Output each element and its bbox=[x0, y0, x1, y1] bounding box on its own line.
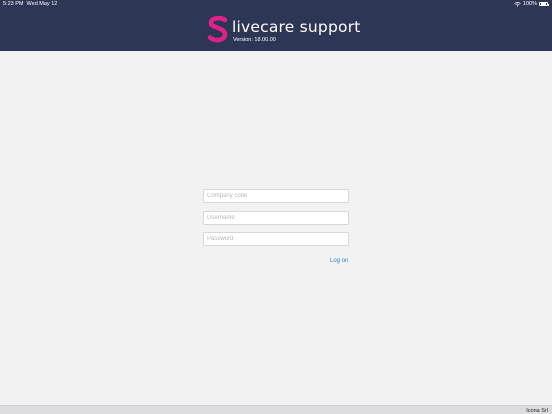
password-field[interactable] bbox=[203, 232, 349, 246]
footer-company: Icona Srl bbox=[526, 407, 548, 414]
status-time-date: 5:23 PM Wed May 12 bbox=[3, 1, 57, 7]
battery-percent: 100% bbox=[522, 1, 537, 7]
status-time: 5:23 PM bbox=[3, 1, 24, 7]
status-bar: 5:23 PM Wed May 12 100% bbox=[0, 0, 552, 10]
log-on-button[interactable]: Log on bbox=[330, 258, 348, 264]
wifi-icon bbox=[514, 1, 521, 7]
battery-icon bbox=[539, 1, 549, 7]
version-label: Version: 18.00.00 bbox=[233, 37, 276, 43]
footer-bar: Icona Srl bbox=[0, 405, 552, 414]
status-indicators: 100% bbox=[514, 1, 549, 7]
company-code-field[interactable] bbox=[203, 189, 349, 203]
app-header: 5:23 PM Wed May 12 100% livecare support… bbox=[0, 0, 552, 51]
username-field[interactable] bbox=[203, 211, 349, 225]
s-logo-icon bbox=[207, 15, 228, 43]
status-date: Wed May 12 bbox=[26, 1, 58, 7]
app-title: livecare support bbox=[232, 18, 361, 36]
